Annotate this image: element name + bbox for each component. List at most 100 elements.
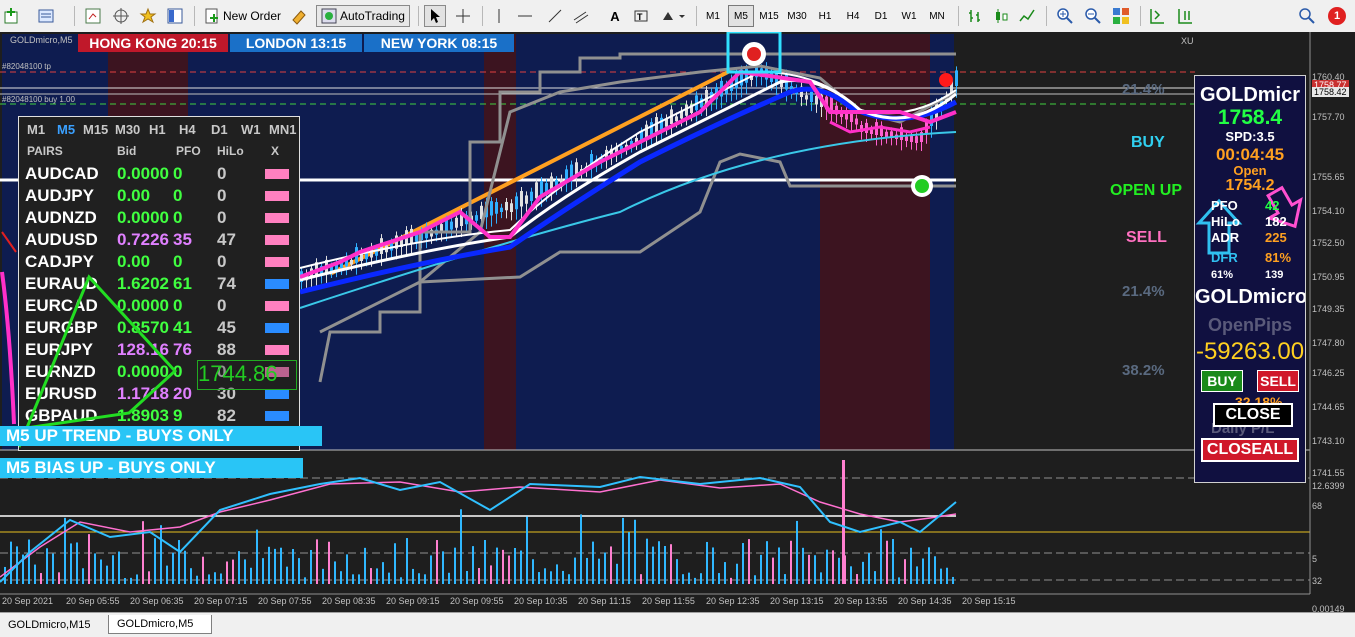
panel-buy-button[interactable]: BUY [1201, 370, 1243, 392]
volume-bar [688, 572, 690, 584]
volume-bar [670, 544, 672, 584]
volume-bar [838, 557, 840, 584]
chart-tabs: GOLDmicro,M15 GOLDmicro,M5 [0, 612, 1355, 637]
dash-tf-m1[interactable]: M1 [27, 122, 45, 137]
pair-bid: 0.7226 [117, 230, 169, 249]
one-click-trading-icon[interactable] [288, 5, 310, 27]
dash-tf-m30[interactable]: M30 [115, 122, 140, 137]
timeframe-m15[interactable]: M15 [756, 5, 782, 27]
zoom-in-icon[interactable] [1054, 5, 1076, 27]
volume-bar [580, 514, 582, 584]
volume-bar [316, 539, 318, 584]
volume-bar [886, 540, 888, 584]
sub-axis-label: 68 [1312, 501, 1323, 511]
bar-chart-icon[interactable] [964, 5, 986, 27]
candle-body [475, 215, 478, 221]
panel-sell-button[interactable]: SELL [1257, 370, 1299, 392]
pair-bid: 0.8570 [117, 318, 169, 337]
multi-pair-dashboard: M1 M5 M15 M30 H1 H4 D1 W1 MN1 PAIRS Bid PFO HiLo… [18, 116, 300, 451]
text-tool-icon[interactable]: A [604, 5, 626, 27]
volume-bar [130, 577, 132, 584]
new-chart-icon[interactable] [2, 5, 24, 27]
volume-bar [154, 538, 156, 584]
timeframe-m30[interactable]: M30 [784, 5, 810, 27]
pair-signal-swatch [265, 257, 289, 267]
volume-bar [724, 562, 726, 584]
trade-panel: GOLDmicr 1758.4 SPD:3.5 00:04:45 Open 17… [1194, 75, 1306, 483]
chart-shift-icon[interactable] [1174, 5, 1196, 27]
pair-row[interactable]: GBPAUD 1.8903 9 82 [19, 405, 299, 427]
pair-name: AUDNZD [25, 208, 97, 227]
volume-bar [514, 547, 516, 584]
volume-bar [508, 555, 510, 584]
pair-name: EURAUD [25, 274, 98, 293]
volume-bar [862, 561, 864, 584]
timeframe-m1[interactable]: M1 [700, 5, 726, 27]
notifications-badge[interactable]: 1 [1326, 5, 1348, 27]
favorites-icon[interactable] [137, 5, 159, 27]
volume-bar [952, 576, 954, 584]
pair-row[interactable]: EURAUD 1.6202 61 74 [19, 273, 299, 295]
vertical-line-icon[interactable] [488, 5, 510, 27]
timeframe-mn[interactable]: MN [924, 5, 950, 27]
pair-row[interactable]: AUDUSD 0.7226 35 47 [19, 229, 299, 251]
zoom-out-icon[interactable] [1082, 5, 1104, 27]
dash-tf-h4[interactable]: H4 [179, 122, 196, 137]
cursor-icon[interactable] [424, 5, 446, 27]
dash-tf-w1[interactable]: W1 [241, 122, 261, 137]
pair-row[interactable]: EURJPY 128.16 76 88 [19, 339, 299, 361]
pair-row[interactable]: AUDCAD 0.0000 0 0 [19, 163, 299, 185]
dash-tf-h1[interactable]: H1 [149, 122, 166, 137]
line-chart-icon[interactable] [1016, 5, 1038, 27]
autotrading-button[interactable]: AutoTrading [316, 5, 410, 27]
new-order-button[interactable]: New Order [200, 5, 285, 27]
panel-symbol-bottom: GOLDmicro [1195, 286, 1306, 309]
volume-bar [100, 559, 102, 584]
panel-closeall-button[interactable]: CLOSEALL [1201, 438, 1299, 462]
timeframe-w1[interactable]: W1 [896, 5, 922, 27]
pair-row[interactable]: AUDNZD 0.0000 0 0 [19, 207, 299, 229]
crosshair-icon[interactable] [110, 5, 132, 27]
pair-bid: 0.00 [117, 186, 151, 205]
pair-bid: 1.6202 [117, 274, 169, 293]
panel-close-button[interactable]: CLOSE [1213, 403, 1293, 427]
pair-row[interactable]: EURCAD 0.0000 0 0 [19, 295, 299, 317]
dash-tf-m5[interactable]: M5 [57, 122, 75, 137]
pair-pfo: 0 [173, 362, 183, 381]
pair-bid: 128.16 [117, 340, 169, 359]
pair-row[interactable]: CADJPY 0.00 0 0 [19, 251, 299, 273]
timeframe-h1[interactable]: H1 [812, 5, 838, 27]
volume-bar [382, 562, 384, 584]
volume-bar [502, 549, 504, 584]
dash-tf-d1[interactable]: D1 [211, 122, 228, 137]
timeframe-m5[interactable]: M5 [728, 5, 754, 27]
tile-windows-icon[interactable] [1110, 5, 1132, 27]
search-icon[interactable] [1296, 5, 1318, 27]
tab-goldmicro-m15[interactable]: GOLDmicro,M15 [0, 615, 108, 634]
profiles-icon[interactable] [36, 5, 58, 27]
trendline-icon[interactable] [544, 5, 566, 27]
channel-icon[interactable] [570, 5, 592, 27]
volume-bar [340, 571, 342, 584]
crosshair-tool-icon[interactable] [452, 5, 474, 27]
navigator-icon[interactable] [164, 5, 186, 27]
volume-bar [244, 559, 246, 584]
pair-row[interactable]: EURGBP 0.8570 41 45 [19, 317, 299, 339]
volume-bar [790, 540, 792, 584]
timeframe-h4[interactable]: H4 [840, 5, 866, 27]
shapes-dropdown-icon[interactable] [660, 5, 688, 27]
volume-bar [736, 563, 738, 584]
chart-window[interactable]: GOLDmicro,M5 #82048100 tp #82048100 buy … [0, 30, 1355, 614]
market-watch-icon[interactable] [82, 5, 104, 27]
dash-tf-mn1[interactable]: MN1 [269, 122, 296, 137]
auto-scroll-icon[interactable] [1146, 5, 1168, 27]
panel-symbol-top: GOLDmicr [1199, 84, 1301, 106]
text-label-icon[interactable]: T [630, 5, 652, 27]
timeframe-d1[interactable]: D1 [868, 5, 894, 27]
trend-banner: M5 UP TREND - BUYS ONLY [0, 426, 322, 446]
horizontal-line-icon[interactable] [514, 5, 536, 27]
tab-goldmicro-m5[interactable]: GOLDmicro,M5 [108, 615, 212, 634]
pair-row[interactable]: AUDJPY 0.00 0 0 [19, 185, 299, 207]
candlestick-icon[interactable] [990, 5, 1012, 27]
dash-tf-m15[interactable]: M15 [83, 122, 108, 137]
